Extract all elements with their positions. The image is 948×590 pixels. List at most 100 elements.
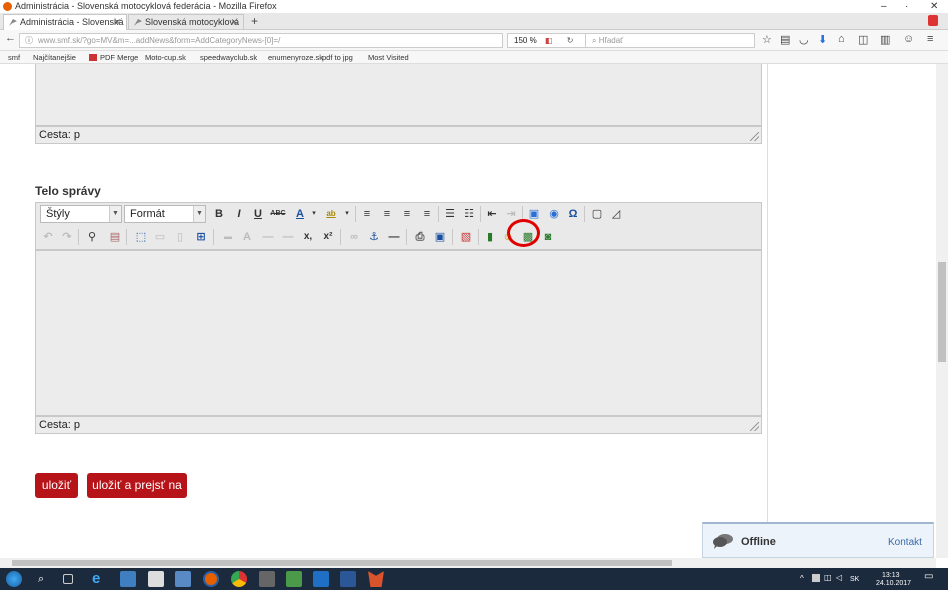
fox-app-icon[interactable] <box>368 571 384 587</box>
horizontal-rule-icon[interactable]: — <box>386 229 402 245</box>
numbered-list-icon[interactable]: ☷ <box>461 206 477 222</box>
align-center-icon[interactable]: ≡ <box>379 206 395 222</box>
tab-smf[interactable]: Slovenská motocyklová fed ✕ <box>128 14 244 42</box>
format-select[interactable]: Formát ▼ <box>124 205 206 223</box>
back-icon[interactable]: ← <box>5 32 16 44</box>
bookmark-item[interactable]: smf <box>8 51 20 64</box>
url-bar[interactable]: ⓘ www.smf.sk/?go=MV&m=...addNews&form=Ad… <box>19 33 503 48</box>
redo-icon[interactable]: ↷ <box>59 229 75 245</box>
bold-icon[interactable]: B <box>211 206 227 222</box>
undo-icon[interactable]: ↶ <box>40 229 56 245</box>
new-document-icon[interactable]: ▢ <box>589 206 605 222</box>
download-icon[interactable]: ⬇ <box>818 33 827 46</box>
store-icon[interactable] <box>148 571 164 587</box>
chevron-down-icon[interactable]: ▾ <box>306 206 322 222</box>
table-row-icon[interactable]: ▭ <box>152 229 168 245</box>
close-window-icon[interactable]: ✕ <box>930 0 938 13</box>
find-icon[interactable]: ⚲ <box>84 229 100 245</box>
link-icon[interactable]: ∞ <box>346 229 362 245</box>
table-icon[interactable]: ⬚ <box>133 229 149 245</box>
pdf-export-icon[interactable]: ▧ <box>458 229 474 245</box>
summary-editor-area[interactable] <box>35 64 762 126</box>
firefox-taskbar-icon[interactable] <box>203 571 219 587</box>
tray-arrow-icon[interactable]: ^ <box>800 575 804 583</box>
superscript-icon[interactable]: x² <box>320 229 336 245</box>
tray-date[interactable]: 24.10.2017 <box>876 580 911 588</box>
chrome-icon[interactable] <box>231 571 247 587</box>
align-right-icon[interactable]: ≡ <box>399 206 415 222</box>
special-char-icon[interactable]: Ω <box>565 206 581 222</box>
strikethrough-icon[interactable]: ABC <box>270 206 286 222</box>
table-cell-icon[interactable]: ⊞ <box>193 229 209 245</box>
bookmark-item[interactable]: enumenyroze.sk <box>268 51 323 64</box>
outlook-icon[interactable] <box>313 571 329 587</box>
paste-icon[interactable]: ▤ <box>107 229 123 245</box>
search-bar[interactable]: ⌕ Hľadať <box>585 33 755 48</box>
new-tab-icon[interactable]: + <box>251 14 258 28</box>
body-editor-area[interactable] <box>35 250 762 416</box>
outdent-icon[interactable]: ⇤ <box>484 206 500 222</box>
table-col-icon[interactable]: ▯ <box>172 229 188 245</box>
word-icon[interactable] <box>340 571 356 587</box>
reader-icon[interactable]: ◧ <box>545 36 553 45</box>
extension-icon[interactable] <box>928 15 938 26</box>
resize-handle[interactable] <box>750 422 759 431</box>
tray-battery-icon[interactable] <box>812 574 820 582</box>
fullscreen-icon[interactable]: ▣ <box>432 229 448 245</box>
bookmarks-list-icon[interactable]: ▤ <box>780 33 790 46</box>
bookmark-star-icon[interactable]: ☆ <box>762 33 772 46</box>
insert-hr-dim-icon[interactable]: ▬ <box>220 229 236 245</box>
highlight-color-icon[interactable]: ab <box>323 206 339 222</box>
app-icon[interactable] <box>120 571 136 587</box>
save-icon[interactable]: ▮ <box>482 229 498 245</box>
bullet-list-icon[interactable]: ☰ <box>442 206 458 222</box>
screenshot-icon[interactable]: ◫ <box>858 33 868 46</box>
subscript-icon[interactable]: x, <box>300 229 316 245</box>
settings-icon[interactable] <box>259 571 275 587</box>
reload-icon[interactable]: ↻ <box>567 36 574 45</box>
library-icon[interactable]: ▥ <box>880 33 890 46</box>
tray-volume-icon[interactable]: ◁ <box>836 574 842 582</box>
horizontal-scroll-thumb[interactable] <box>12 560 672 566</box>
chevron-down-icon[interactable]: ▾ <box>339 206 355 222</box>
eraser-icon[interactable]: ◿ <box>608 206 624 222</box>
tray-language[interactable]: SK <box>850 576 859 584</box>
maximize-icon[interactable]: · <box>905 0 908 13</box>
pocket-icon[interactable]: ◡ <box>799 33 809 46</box>
save-and-go-button[interactable]: uložiť a prejsť na <box>87 473 187 498</box>
dim-format-icon-2[interactable]: — <box>280 229 296 245</box>
save-button[interactable]: uložiť <box>35 473 78 498</box>
menu-icon[interactable]: ≡ <box>927 33 933 45</box>
minimize-icon[interactable]: – <box>881 0 887 13</box>
tray-network-icon[interactable]: ◫ <box>824 574 832 582</box>
bookmark-item[interactable]: pdf to jpg <box>322 51 353 64</box>
underline-icon[interactable]: U <box>250 206 266 222</box>
vertical-scroll-thumb[interactable] <box>938 262 946 362</box>
start-icon[interactable] <box>6 571 22 587</box>
align-justify-icon[interactable]: ≡ <box>419 206 435 222</box>
app-icon-2[interactable] <box>175 571 191 587</box>
bookmark-item[interactable]: speedwayclub.sk <box>200 51 257 64</box>
tray-time[interactable]: 13:13 <box>882 572 900 580</box>
styles-select[interactable]: Štýly ▼ <box>40 205 122 223</box>
contact-link[interactable]: Kontakt <box>888 537 922 548</box>
image-manager-icon[interactable]: ◙ <box>540 229 556 245</box>
help-icon[interactable]: ◉ <box>546 206 562 222</box>
home-icon[interactable]: ⌂ <box>838 33 845 45</box>
align-left-icon[interactable]: ≡ <box>359 206 375 222</box>
resize-handle[interactable] <box>750 132 759 141</box>
bookmark-item[interactable]: PDF Merge <box>100 51 138 64</box>
bookmark-item[interactable]: Moto-cup.sk <box>145 51 186 64</box>
close-tab-icon[interactable]: ✕ <box>113 15 121 30</box>
chat-widget[interactable]: Offline Kontakt <box>702 522 934 558</box>
tab-administracia[interactable]: Administrácia - Slovenská m ✕ <box>3 14 127 42</box>
italic-icon[interactable]: I <box>231 206 247 222</box>
anchor-icon[interactable]: ⚓ <box>366 229 382 245</box>
notification-icon[interactable]: ▭ <box>924 572 933 582</box>
edge-icon[interactable]: e <box>92 571 108 587</box>
search-icon[interactable]: ⌕ <box>38 571 54 587</box>
print-icon[interactable]: ⎙ <box>412 229 428 245</box>
close-tab-icon[interactable]: ✕ <box>230 15 238 30</box>
dim-format-icon[interactable]: — <box>260 229 276 245</box>
zoom-indicator[interactable]: 150 % ◧ ↻ <box>507 33 587 48</box>
